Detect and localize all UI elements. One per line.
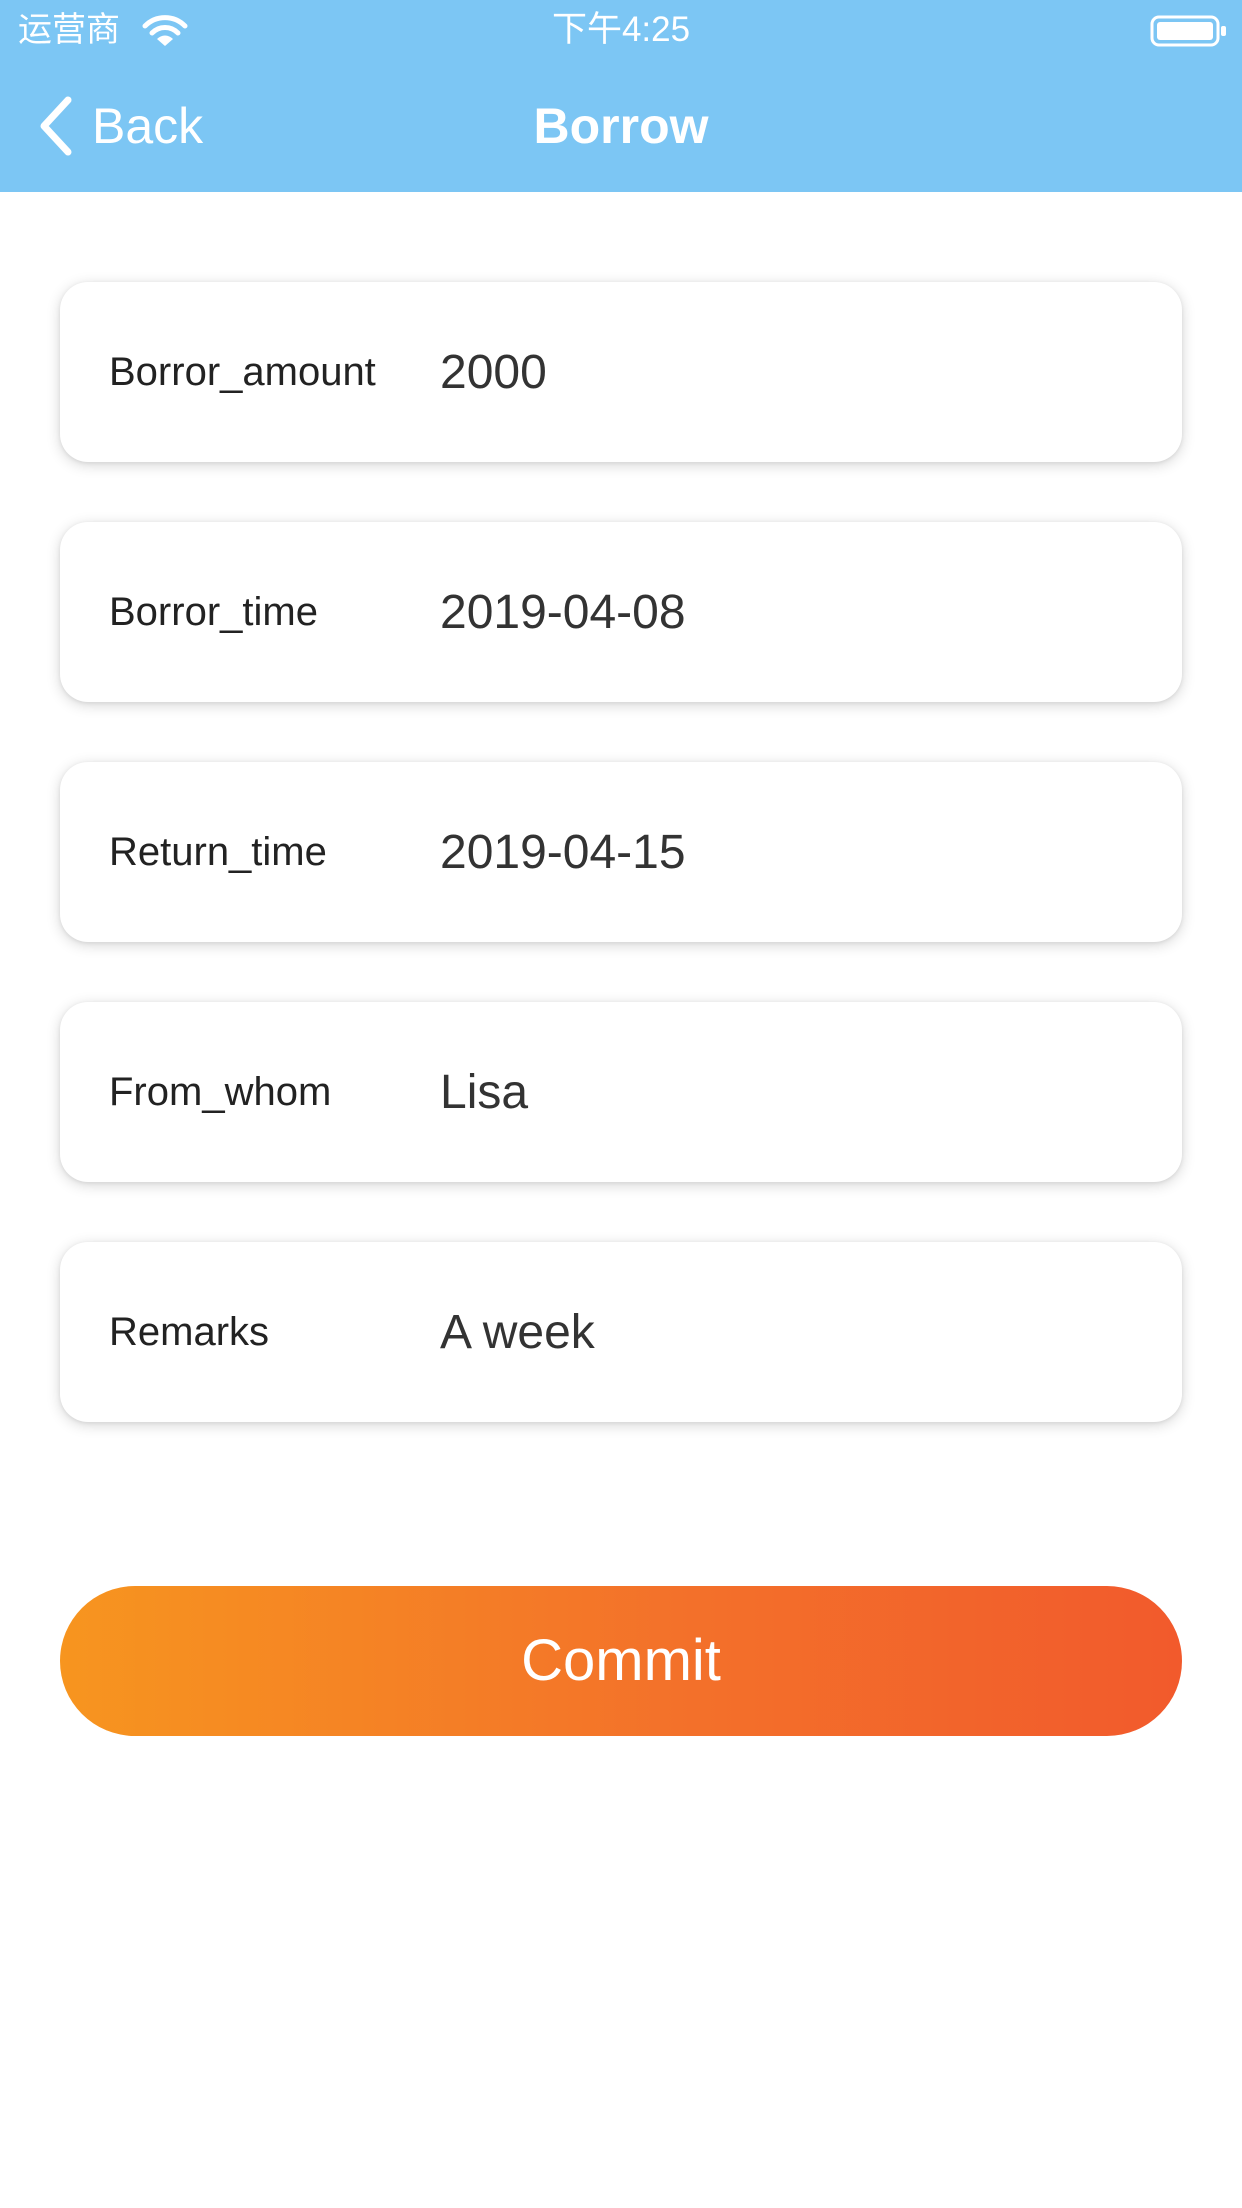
- commit-button[interactable]: Commit: [60, 1586, 1182, 1736]
- remarks-field: Remarks: [60, 1242, 1182, 1422]
- return-time-label: Return_time: [109, 830, 327, 874]
- remarks-input[interactable]: [440, 1282, 1140, 1382]
- borrow-form: Borror_amount Borror_time Return_time Fr…: [60, 282, 1182, 1482]
- borrow-time-label: Borror_time: [109, 590, 318, 634]
- borrow-amount-label: Borror_amount: [109, 350, 376, 394]
- borrow-amount-input[interactable]: [440, 322, 1140, 422]
- borrow-time-input[interactable]: [440, 562, 1140, 662]
- from-whom-label: From_whom: [109, 1070, 332, 1114]
- status-time: 下午4:25: [551, 10, 691, 49]
- status-bar: 运营商 下午4:25: [0, 0, 1242, 60]
- navigation-bar: Back Borrow: [0, 60, 1242, 192]
- return-time-field: Return_time: [60, 762, 1182, 942]
- battery-icon: [1150, 15, 1226, 47]
- return-time-input[interactable]: [440, 802, 1140, 902]
- from-whom-input[interactable]: [440, 1042, 1140, 1142]
- remarks-label: Remarks: [109, 1310, 270, 1354]
- borrow-time-field: Borror_time: [60, 522, 1182, 702]
- borrow-amount-field: Borror_amount: [60, 282, 1182, 462]
- app-header: 运营商 下午4:25 Back Borrow: [0, 0, 1242, 192]
- from-whom-field: From_whom: [60, 1002, 1182, 1182]
- page-title: Borrow: [533, 98, 709, 154]
